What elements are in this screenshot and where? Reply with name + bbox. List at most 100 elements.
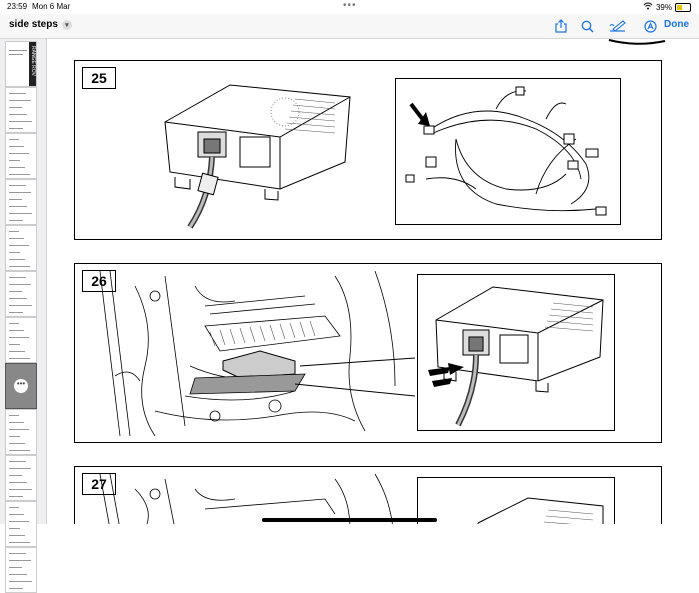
thumbnail-line xyxy=(9,160,20,161)
cover-brand-text: RANGE ROV xyxy=(30,46,36,77)
thumbnail-line xyxy=(9,542,30,543)
thumbnail-line xyxy=(9,146,24,147)
wiring-harness-illustration xyxy=(405,86,607,216)
step-26-panel: 26 xyxy=(74,263,662,443)
search-icon[interactable] xyxy=(578,17,596,35)
thumbnail-line xyxy=(9,489,32,490)
page-thumbnail[interactable] xyxy=(5,501,37,547)
thumbnail-line xyxy=(9,291,22,292)
control-module-illustration xyxy=(164,84,351,229)
thumbnail-line xyxy=(9,167,25,168)
thumbnail-line xyxy=(9,121,32,122)
toolbar: side steps ▾ Done xyxy=(0,14,699,39)
thumbnail-line xyxy=(9,429,29,430)
partial-illustration xyxy=(608,39,666,45)
done-button[interactable]: Done xyxy=(664,19,689,30)
thumbnail-line xyxy=(9,330,24,331)
document-title-menu[interactable]: side steps ▾ xyxy=(9,19,72,30)
thumbnail-line xyxy=(9,305,32,306)
thumbnail-line xyxy=(9,422,24,423)
thumbnail-line xyxy=(9,436,20,437)
document-title: side steps xyxy=(9,19,58,30)
multitasking-dots-icon[interactable]: ••• xyxy=(343,0,357,11)
thumbnail-line xyxy=(9,231,19,232)
wifi-icon xyxy=(643,2,653,12)
vehicle-interior-illustration xyxy=(99,270,415,437)
thumbnail-line xyxy=(9,588,23,589)
thumbnail-line xyxy=(9,535,25,536)
thumbnail-line xyxy=(9,174,30,175)
thumbnail-line xyxy=(9,567,22,568)
thumbnail-line xyxy=(9,475,22,476)
thumbnail-line xyxy=(9,482,27,483)
step-27-panel: 27 xyxy=(74,466,662,524)
thumbnail-line xyxy=(9,107,22,108)
thumbnail-line xyxy=(9,213,32,214)
thumbnail-line xyxy=(9,238,24,239)
share-icon[interactable] xyxy=(552,17,570,35)
page-thumbnail[interactable] xyxy=(5,409,37,455)
vehicle-interior-illustration xyxy=(99,473,393,524)
thumbnail-line xyxy=(9,252,20,253)
thumbnail-line xyxy=(9,358,30,359)
thumbnail-line xyxy=(9,337,29,338)
thumbnail-line xyxy=(9,581,32,582)
module-connection-inset xyxy=(417,477,615,524)
thumbnail-line xyxy=(9,153,29,154)
accessibility-icon[interactable] xyxy=(641,17,659,35)
thumbnail-line xyxy=(9,507,19,508)
thumbnail-line xyxy=(9,560,31,561)
thumbnail-line xyxy=(9,259,25,260)
thumbnail-line xyxy=(9,450,30,451)
more-options-icon[interactable]: ••• xyxy=(14,379,28,393)
thumbnail-line xyxy=(9,496,23,497)
page-thumbnail-sidebar[interactable]: RANGE ROV ••• xyxy=(0,39,47,593)
thumbnail-line xyxy=(9,245,29,246)
chevron-down-icon[interactable]: ▾ xyxy=(61,19,72,30)
home-indicator[interactable] xyxy=(262,518,437,522)
thumbnail-line xyxy=(9,185,26,186)
thumbnail-line xyxy=(9,351,25,352)
document-view[interactable]: 25 26 27 xyxy=(47,39,699,524)
thumbnail-line xyxy=(9,443,25,444)
module-connection-inset xyxy=(417,274,615,431)
thumbnail-line xyxy=(9,521,29,522)
thumbnail-line xyxy=(9,139,19,140)
thumbnail-line xyxy=(9,574,27,575)
page-thumbnail[interactable]: ••• xyxy=(5,363,37,409)
thumbnail-line xyxy=(9,220,23,221)
thumbnail-line xyxy=(9,199,22,200)
status-time: 23:59 xyxy=(7,2,28,11)
page-thumbnail[interactable] xyxy=(5,133,37,179)
thumbnail-line xyxy=(9,344,20,345)
page-thumbnail[interactable] xyxy=(5,455,37,501)
page-thumbnail[interactable] xyxy=(5,271,37,317)
thumbnail-line xyxy=(9,266,30,267)
thumbnail-line xyxy=(9,298,27,299)
page-thumbnail[interactable] xyxy=(5,317,37,363)
thumbnail-line xyxy=(9,514,24,515)
harness-inset xyxy=(395,78,621,225)
thumbnail-line xyxy=(9,284,31,285)
thumbnail-line xyxy=(9,128,23,129)
control-module-illustration xyxy=(428,286,604,427)
thumbnail-line xyxy=(9,93,26,94)
page-thumbnail[interactable] xyxy=(5,179,37,225)
thumbnail-line xyxy=(9,528,20,529)
page-thumbnail-cover[interactable]: RANGE ROV xyxy=(5,41,37,87)
step-25-panel: 25 xyxy=(74,60,662,240)
step-number: 25 xyxy=(82,67,116,89)
status-date: Mon 6 Mar xyxy=(32,2,71,11)
page-thumbnail[interactable] xyxy=(5,225,37,271)
thumbnail-line xyxy=(9,277,26,278)
battery-percent: 39% xyxy=(655,2,672,12)
battery-icon xyxy=(675,2,691,12)
markup-icon[interactable] xyxy=(609,17,627,35)
thumbnail-line xyxy=(9,206,27,207)
thumbnail-line xyxy=(9,323,19,324)
thumbnail-line xyxy=(9,553,26,554)
page-thumbnail[interactable] xyxy=(5,87,37,133)
thumbnail-line xyxy=(9,192,31,193)
thumbnail-line xyxy=(9,312,23,313)
page-thumbnail[interactable] xyxy=(5,547,37,593)
